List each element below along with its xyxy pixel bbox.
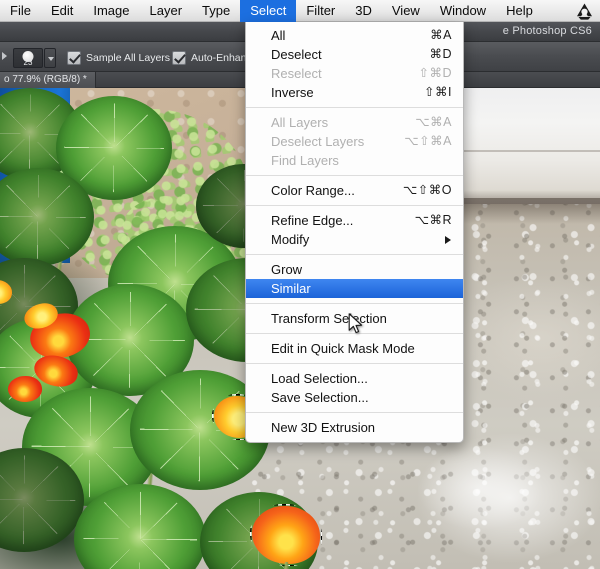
checkmark-icon[interactable]: [172, 51, 186, 65]
menu-item-modify[interactable]: Modify: [246, 230, 463, 249]
menu-item-label: Save Selection...: [271, 390, 369, 405]
google-drive-icon[interactable]: [575, 2, 594, 20]
menu-file[interactable]: File: [0, 0, 41, 22]
submenu-arrow-icon: [445, 236, 451, 244]
menu-item-refine-edge[interactable]: Refine Edge... ⌥⌘R: [246, 211, 463, 230]
brush-size-preview[interactable]: 23: [13, 48, 43, 68]
menu-item-label: All: [271, 28, 286, 43]
menu-separator: [246, 107, 463, 108]
menu-item-save-selection[interactable]: Save Selection...: [246, 388, 463, 407]
menu-type[interactable]: Type: [192, 0, 240, 22]
menu-item-label: Inverse: [271, 85, 314, 100]
menu-item-edit-in-quick-mask-mode[interactable]: Edit in Quick Mask Mode: [246, 339, 463, 358]
menu-item-label: Reselect: [271, 66, 322, 81]
document-tab[interactable]: o 77.9% (RGB/8) *: [0, 72, 96, 88]
canvas-stem: [284, 562, 289, 569]
tool-preset-arrow-icon[interactable]: [2, 52, 7, 60]
menu-item-grow[interactable]: Grow: [246, 260, 463, 279]
menu-window[interactable]: Window: [430, 0, 496, 22]
menu-item-label: Load Selection...: [271, 371, 368, 386]
menu-item-label: Find Layers: [271, 153, 339, 168]
mouse-cursor-arrow-icon: [348, 313, 363, 334]
menu-image[interactable]: Image: [83, 0, 139, 22]
menu-item-label: Edit in Quick Mask Mode: [271, 341, 415, 356]
menu-item-deselect[interactable]: Deselect ⌘D: [246, 45, 463, 64]
menu-3d[interactable]: 3D: [345, 0, 382, 22]
menu-edit[interactable]: Edit: [41, 0, 83, 22]
menu-item-shortcut: ⌥⌘R: [414, 213, 452, 227]
brush-size-value: 23: [23, 58, 33, 67]
menu-item-label: All Layers: [271, 115, 329, 130]
menu-bar[interactable]: File Edit Image Layer Type Select Filter…: [0, 0, 600, 22]
menu-item-similar[interactable]: Similar: [246, 279, 463, 298]
menu-item-label: Similar: [271, 281, 311, 296]
menu-separator: [246, 205, 463, 206]
menu-item-shortcut: ⇧⌘D: [418, 66, 452, 80]
menu-filter[interactable]: Filter: [296, 0, 345, 22]
menu-item-shortcut: ⌘A: [430, 28, 452, 42]
menu-separator: [246, 254, 463, 255]
checkmark-icon[interactable]: [67, 51, 81, 65]
menu-item-label: Modify: [271, 232, 310, 247]
menu-item-shortcut: ⇧⌘I: [424, 85, 452, 99]
menu-select[interactable]: Select: [240, 0, 297, 22]
app-title: e Photoshop CS6: [502, 25, 592, 37]
menu-item-all[interactable]: All ⌘A: [246, 26, 463, 45]
menu-item-all-layers: All Layers ⌥⌘A: [246, 113, 463, 132]
menu-item-inverse[interactable]: Inverse ⇧⌘I: [246, 83, 463, 102]
menu-item-load-selection[interactable]: Load Selection...: [246, 369, 463, 388]
menu-layer[interactable]: Layer: [140, 0, 193, 22]
menu-item-label: Color Range...: [271, 183, 355, 198]
menu-item-shortcut: ⌥⇧⌘A: [404, 134, 452, 148]
menu-item-shortcut: ⌥⌘A: [415, 115, 452, 129]
menu-item-label: Deselect Layers: [271, 134, 365, 149]
menu-help[interactable]: Help: [496, 0, 543, 22]
menu-item-shortcut: ⌘D: [429, 47, 452, 61]
menu-separator: [246, 175, 463, 176]
menu-item-new-3d-extrusion[interactable]: New 3D Extrusion: [246, 418, 463, 437]
menu-separator: [246, 303, 463, 304]
menu-item-reselect: Reselect ⇧⌘D: [246, 64, 463, 83]
menu-item-label: Transform Selection: [271, 311, 387, 326]
menu-view[interactable]: View: [382, 0, 430, 22]
menu-separator: [246, 412, 463, 413]
select-menu-dropdown[interactable]: All ⌘A Deselect ⌘D Reselect ⇧⌘D Inverse …: [245, 22, 464, 443]
menu-item-shortcut: ⌥⇧⌘O: [402, 183, 452, 197]
menu-item-find-layers: Find Layers: [246, 151, 463, 170]
menu-item-color-range[interactable]: Color Range... ⌥⇧⌘O: [246, 181, 463, 200]
sample-all-layers-checkbox[interactable]: Sample All Layers: [67, 50, 170, 66]
sample-all-layers-label: Sample All Layers: [86, 52, 171, 64]
menu-item-label: Refine Edge...: [271, 213, 354, 228]
menu-item-label: New 3D Extrusion: [271, 420, 376, 435]
menu-item-deselect-layers: Deselect Layers ⌥⇧⌘A: [246, 132, 463, 151]
canvas-flower-selected: [252, 506, 320, 564]
screen: e Photoshop CS6 23 Sample All Layers Aut…: [0, 0, 600, 569]
brush-dropdown-button[interactable]: [44, 48, 56, 68]
menu-separator: [246, 363, 463, 364]
menu-item-label: Grow: [271, 262, 303, 277]
menu-item-label: Deselect: [271, 47, 322, 62]
